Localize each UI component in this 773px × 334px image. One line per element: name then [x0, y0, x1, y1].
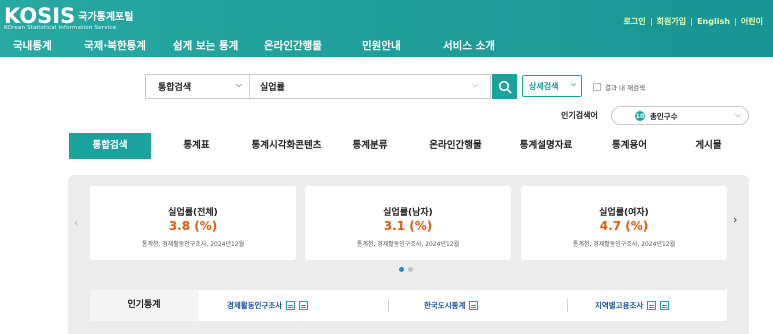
nav-domestic-stats[interactable]: 국내통계: [13, 38, 52, 53]
popular-stat-name: 한국도시통계: [424, 301, 466, 310]
nav-international-stats[interactable]: 국제·북한통계: [84, 38, 146, 53]
utility-links: 로그인 회원가입 English 어린이: [624, 16, 763, 27]
popular-stat-link[interactable]: 경제활동인구조사: [227, 300, 309, 311]
tab-stat-descriptions[interactable]: 통계설명자료: [505, 133, 587, 159]
nav-civil-service[interactable]: 민원안내: [362, 38, 401, 53]
nav-online-publications[interactable]: 온라인간행물: [264, 38, 322, 53]
document-icon[interactable]: [469, 301, 479, 310]
carousel-dot[interactable]: [408, 267, 413, 272]
tab-posts[interactable]: 게시물: [681, 133, 736, 159]
stat-card[interactable]: 실업률(여자) 4.7 (%) 통계청, 경제활동인구조사, 2024년12월: [521, 186, 727, 260]
summary-panel: ‹ 실업률(전체) 3.8 (%) 통계청, 경제활동인구조사, 2024년12…: [68, 175, 749, 334]
stat-card[interactable]: 실업률(전체) 3.8 (%) 통계청, 경제활동인구조사, 2024년12월: [90, 186, 296, 260]
table-icon[interactable]: [286, 301, 296, 310]
search-within-results-label: 결과 내 재검색: [605, 84, 646, 92]
site-header: KOSIS 국가통계포털 KOrean Statistical Informat…: [0, 0, 773, 57]
divider: [567, 299, 568, 312]
search-input[interactable]: [251, 75, 490, 98]
chevron-down-icon[interactable]: ⌵: [472, 80, 478, 90]
popular-keywords-label: 인기검색어: [561, 111, 598, 120]
popular-keyword: 총인구수: [650, 112, 678, 121]
popular-stats-label: 인기통계: [90, 290, 198, 321]
stat-card-value: 3.8 (%): [168, 219, 218, 233]
divider: [734, 17, 736, 26]
chevron-down-icon: ⌵: [570, 80, 576, 88]
popular-stats-bar: 인기통계 경제활동인구조사 한국도시통계 지역별고용조사: [90, 290, 727, 321]
stat-card-value: 3.1 (%): [383, 219, 433, 233]
stat-card-source: 통계청, 경제활동인구조사, 2024년12월: [572, 241, 676, 248]
divider: [650, 17, 652, 26]
detail-search-button[interactable]: 상세검색 ⌵: [522, 75, 582, 97]
nav-service-intro[interactable]: 서비스 소개: [443, 38, 495, 53]
search-scope-select[interactable]: 통합검색 ⌵: [146, 75, 250, 98]
popular-rank-badge: 10: [635, 111, 645, 121]
document-icon[interactable]: [660, 301, 670, 310]
login-link[interactable]: 로그인: [624, 16, 646, 27]
stat-card-title: 실업률(남자): [383, 208, 433, 218]
stat-card-source: 통계청, 경제활동인구조사, 2024년12월: [356, 241, 460, 248]
carousel-dot-active[interactable]: [399, 267, 404, 272]
stat-card-title: 실업률(전체): [168, 208, 218, 218]
carousel-pagination: [399, 267, 417, 272]
stat-card[interactable]: 실업률(남자) 3.1 (%) 통계청, 경제활동인구조사, 2024년12월: [305, 186, 511, 260]
chevron-left-icon[interactable]: ‹: [74, 216, 78, 229]
chevron-right-icon[interactable]: ›: [733, 213, 737, 226]
tab-stat-tables[interactable]: 통계표: [159, 133, 234, 159]
english-link[interactable]: English: [697, 17, 730, 26]
result-tabs: 통합검색 통계표 통계시각화콘텐츠 통계분류 온라인간행물 통계설명자료 통계용…: [69, 133, 749, 159]
stat-card-value: 4.7 (%): [599, 219, 649, 233]
logo[interactable]: KOSIS 국가통계포털: [4, 6, 133, 27]
popular-stat-link[interactable]: 한국도시통계: [424, 300, 479, 311]
search-icon: [498, 80, 511, 93]
divider: [691, 17, 693, 26]
tab-visual-contents[interactable]: 통계시각화콘텐츠: [239, 133, 334, 159]
popular-stat-name: 지역별고용조사: [595, 301, 644, 310]
table-icon[interactable]: [647, 301, 657, 310]
stat-card-source: 통계청, 경제활동인구조사, 2024년12월: [141, 241, 245, 248]
search-scope-label: 통합검색: [158, 83, 192, 93]
divider: [388, 299, 389, 312]
stat-card-title: 실업률(여자): [599, 208, 649, 218]
nav-easy-stats[interactable]: 쉽게 보는 통계: [173, 38, 238, 53]
search-box: 통합검색 ⌵ ⌵: [145, 74, 491, 99]
logo-korean-text: 국가통계포털: [78, 12, 134, 23]
popular-stat-name: 경제활동인구조사: [227, 301, 283, 310]
chevron-down-icon: ⌵: [734, 110, 741, 119]
popular-stat-link[interactable]: 지역별고용조사: [595, 300, 670, 311]
logo-text: KOSIS: [4, 4, 76, 28]
tab-online-publications[interactable]: 온라인간행물: [413, 133, 498, 159]
detail-search-label: 상세검색: [529, 82, 559, 91]
search-button[interactable]: [492, 74, 517, 99]
tab-stat-terms[interactable]: 통계용어: [597, 133, 662, 159]
logo-subtitle: KOrean Statistical Information Service: [4, 25, 117, 31]
search-within-results: 결과 내 재검색: [593, 82, 645, 92]
document-icon[interactable]: [299, 301, 309, 310]
popular-keywords-select[interactable]: 10 총인구수 ⌵: [611, 106, 749, 125]
search-within-results-checkbox[interactable]: [593, 83, 601, 91]
tab-integrated-search[interactable]: 통합검색: [69, 133, 151, 159]
chevron-down-icon: ⌵: [235, 80, 242, 89]
tab-classification[interactable]: 통계분류: [340, 133, 400, 159]
signup-link[interactable]: 회원가입: [657, 16, 686, 27]
kids-link[interactable]: 어린이: [741, 16, 763, 27]
